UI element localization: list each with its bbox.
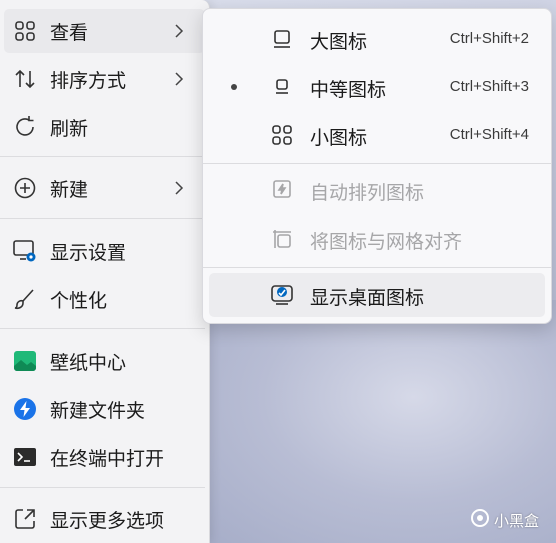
large-icons-icon — [269, 26, 295, 52]
desktop-context-menu: 查看 排序方式 刷新 新建 显示设置 个性化 壁纸中心 新建文件夹 在终端中打开… — [0, 0, 210, 543]
watermark: 小黑盒 — [470, 508, 539, 532]
submenu-separator — [203, 163, 551, 164]
menu-item-display-settings[interactable]: 显示设置 — [4, 229, 205, 273]
menu-item-wallpaper-center[interactable]: 壁纸中心 — [4, 339, 205, 383]
brush-icon — [12, 286, 38, 312]
submenu-item-label: 大图标 — [310, 31, 368, 53]
watermark-text: 小黑盒 — [494, 511, 540, 530]
menu-item-label: 壁纸中心 — [50, 351, 127, 374]
shortcut-text: Ctrl+Shift+3 — [449, 78, 529, 95]
auto-arrange-icon — [269, 177, 295, 203]
menu-item-label: 个性化 — [50, 289, 108, 312]
selected-bullet-icon — [231, 84, 237, 90]
submenu-item-medium-icons[interactable]: 中等图标 Ctrl+Shift+3 — [209, 65, 545, 109]
menu-separator — [0, 328, 205, 329]
menu-item-new[interactable]: 新建 — [4, 166, 205, 210]
menu-item-label: 刷新 — [50, 117, 89, 140]
show-desktop-icons-icon — [269, 282, 295, 308]
expand-icon — [12, 506, 38, 532]
align-grid-icon — [269, 226, 295, 252]
submenu-item-large-icons[interactable]: 大图标 Ctrl+Shift+2 — [209, 17, 545, 61]
menu-item-label: 排序方式 — [50, 69, 127, 92]
menu-item-label: 显示设置 — [50, 241, 127, 264]
submenu-item-label: 小图标 — [310, 127, 368, 149]
menu-item-label: 显示更多选项 — [50, 509, 165, 532]
menu-item-open-terminal[interactable]: 在终端中打开 — [4, 435, 205, 479]
shortcut-text: Ctrl+Shift+2 — [449, 30, 529, 47]
submenu-item-auto-arrange[interactable]: 自动排列图标 — [209, 168, 545, 212]
submenu-item-align-to-grid[interactable]: 将图标与网格对齐 — [209, 217, 545, 261]
chevron-right-icon — [171, 180, 187, 196]
menu-separator — [0, 156, 205, 157]
lightning-icon — [12, 396, 38, 422]
menu-item-label: 在终端中打开 — [50, 447, 165, 470]
refresh-icon — [12, 114, 38, 140]
menu-item-personalize[interactable]: 个性化 — [4, 277, 205, 321]
wallpaper-icon — [12, 348, 38, 374]
submenu-separator — [203, 267, 551, 268]
menu-item-sort-by[interactable]: 排序方式 — [4, 57, 205, 101]
submenu-item-small-icons[interactable]: 小图标 Ctrl+Shift+4 — [209, 113, 545, 157]
chevron-right-icon — [171, 23, 187, 39]
view-submenu: 大图标 Ctrl+Shift+2 中等图标 Ctrl+Shift+3 小图标 C… — [202, 8, 552, 324]
terminal-icon — [12, 444, 38, 470]
menu-item-label: 查看 — [50, 21, 89, 44]
menu-item-label: 新建 — [50, 178, 89, 201]
plus-circle-icon — [12, 175, 38, 201]
desktop-wallpaper — [200, 300, 556, 543]
sort-icon — [12, 66, 38, 92]
watermark-logo-icon — [470, 508, 490, 532]
shortcut-text: Ctrl+Shift+4 — [449, 126, 529, 143]
medium-icons-icon — [269, 74, 295, 100]
display-settings-icon — [12, 238, 38, 264]
submenu-item-label: 自动排列图标 — [310, 182, 425, 204]
menu-separator — [0, 218, 205, 219]
menu-item-new-folder[interactable]: 新建文件夹 — [4, 387, 205, 431]
submenu-item-label: 显示桌面图标 — [310, 287, 425, 309]
menu-item-refresh[interactable]: 刷新 — [4, 105, 205, 149]
submenu-item-label: 将图标与网格对齐 — [310, 231, 463, 253]
small-icons-icon — [269, 122, 295, 148]
chevron-right-icon — [171, 71, 187, 87]
grid-icon — [12, 18, 38, 44]
submenu-item-label: 中等图标 — [310, 79, 387, 101]
menu-item-show-more-options[interactable]: 显示更多选项 — [4, 497, 205, 541]
submenu-item-show-desktop-icons[interactable]: 显示桌面图标 — [209, 273, 545, 317]
menu-separator — [0, 487, 205, 488]
menu-item-label: 新建文件夹 — [50, 399, 146, 422]
menu-item-view[interactable]: 查看 — [4, 9, 205, 53]
